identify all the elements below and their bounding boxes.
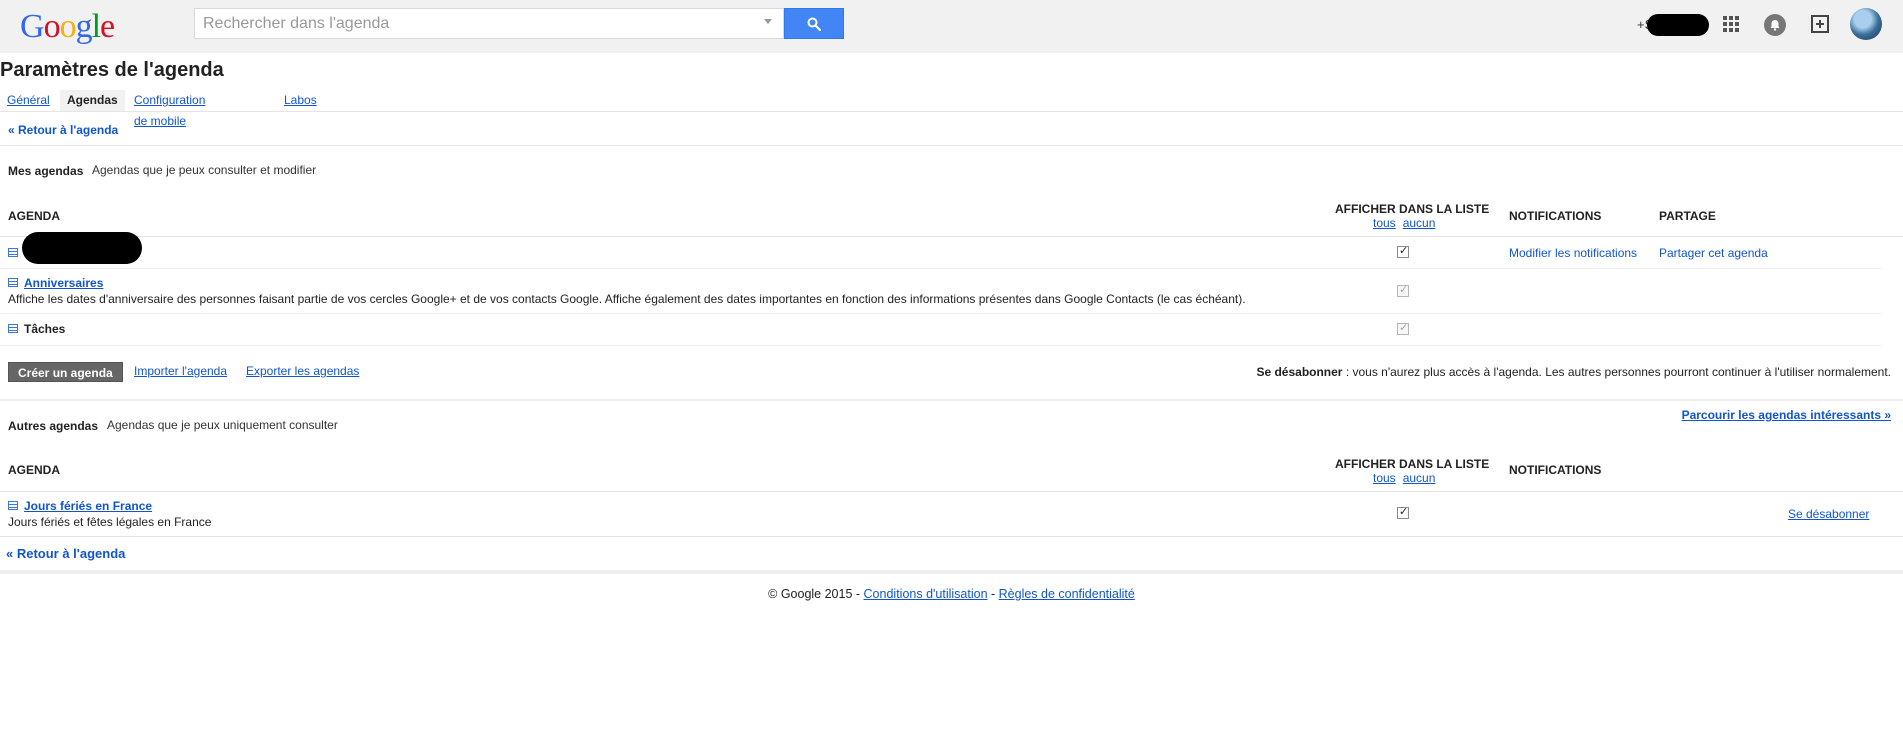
- google-logo[interactable]: Google: [20, 8, 115, 46]
- apps-grid-icon[interactable]: [1722, 15, 1740, 33]
- notifications-bell-icon[interactable]: [1764, 14, 1786, 36]
- divider: [0, 268, 1882, 269]
- my-calendars-desc: Agendas que je peux consulter et modifie…: [92, 163, 317, 177]
- unsubscribe-note-text: : vous n'aurez plus accès à l'agenda. Le…: [1342, 365, 1891, 379]
- footer-separator: -: [987, 587, 999, 601]
- logo-letter: g: [75, 8, 93, 45]
- export-calendars-link[interactable]: Exporter les agendas: [246, 364, 359, 378]
- show-in-list-checkbox[interactable]: [1397, 283, 1409, 297]
- avatar[interactable]: [1850, 8, 1882, 40]
- divider: [0, 145, 1903, 146]
- show-none-link[interactable]: aucun: [1403, 471, 1436, 485]
- column-header-show-in-list: AFFICHER DANS LA LISTE: [1335, 202, 1490, 216]
- show-all-link[interactable]: tous: [1373, 216, 1396, 230]
- divider: [0, 313, 1882, 314]
- other-calendars-title: Autres agendas: [8, 419, 99, 433]
- my-calendars-title: Mes agendas: [8, 164, 84, 178]
- column-header-agenda: AGENDA: [8, 209, 61, 223]
- edit-notifications-link[interactable]: Modifier les notifications: [1509, 246, 1637, 260]
- footer: © Google 2015 - Conditions d'utilisation…: [0, 587, 1903, 601]
- terms-link[interactable]: Conditions d'utilisation: [864, 587, 988, 601]
- page-title: Paramètres de l'agenda: [0, 59, 224, 81]
- column-header-agenda: AGENDA: [8, 463, 61, 477]
- privacy-link[interactable]: Règles de confidentialité: [999, 587, 1135, 601]
- create-calendar-button[interactable]: Créer un agenda: [8, 362, 123, 382]
- calendar-name: Tâches: [24, 322, 66, 336]
- unsubscribe-note-bold: Se désabonner: [1256, 365, 1343, 379]
- show-all-link[interactable]: tous: [1373, 471, 1396, 485]
- other-calendars-desc: Agendas que je peux uniquement consulter: [107, 418, 338, 432]
- divider: [0, 236, 1903, 237]
- import-calendar-link[interactable]: Importer l'agenda: [134, 364, 227, 378]
- footer-copyright: © Google 2015 -: [768, 587, 864, 601]
- tab-agendas[interactable]: Agendas: [60, 90, 125, 111]
- calendar-icon: [8, 501, 18, 510]
- show-in-list-checkbox[interactable]: [1397, 505, 1409, 519]
- unsubscribe-note: Se désabonner : vous n'aurez plus accès …: [1256, 365, 1891, 379]
- calendar-description: Affiche les dates d'anniversaire des per…: [8, 292, 1246, 306]
- divider: [0, 491, 1903, 492]
- tab-mobile-configuration[interactable]: Configuration de mobile: [127, 90, 212, 128]
- search-button[interactable]: [784, 8, 844, 39]
- calendar-icon: [8, 248, 18, 257]
- show-none-link[interactable]: aucun: [1403, 216, 1436, 230]
- column-header-sharing: PARTAGE: [1659, 209, 1716, 223]
- logo-letter: G: [20, 8, 45, 45]
- column-header-notifications: NOTIFICATIONS: [1509, 463, 1602, 477]
- column-header-notifications: NOTIFICATIONS: [1509, 209, 1602, 223]
- show-all-none: tous aucun: [1373, 471, 1442, 485]
- add-share-icon[interactable]: [1810, 14, 1830, 34]
- divider: [0, 345, 1882, 346]
- logo-letter: l: [91, 8, 102, 45]
- divider: [0, 111, 1903, 112]
- tab-labs[interactable]: Labos: [277, 90, 324, 111]
- search-input[interactable]: [194, 8, 784, 39]
- calendar-icon: [8, 278, 18, 287]
- top-bar: Google +S: [0, 0, 1903, 53]
- share-calendar-link[interactable]: Partager cet agenda: [1659, 246, 1768, 260]
- tab-general[interactable]: Général: [0, 90, 57, 111]
- show-in-list-checkbox[interactable]: [1397, 244, 1409, 258]
- column-header-show-in-list: AFFICHER DANS LA LISTE: [1335, 457, 1490, 471]
- divider: [0, 536, 1903, 537]
- search-icon: [807, 17, 821, 31]
- show-in-list-checkbox[interactable]: [1397, 321, 1409, 335]
- logo-letter: o: [43, 8, 61, 45]
- bell-icon: [1770, 20, 1780, 31]
- browse-interesting-calendars-link[interactable]: Parcourir les agendas intéressants »: [1682, 408, 1891, 422]
- redacted-calendar-name: [22, 232, 142, 264]
- logo-letter: e: [100, 8, 115, 45]
- show-all-none: tous aucun: [1373, 216, 1442, 230]
- calendar-name-link[interactable]: Anniversaires: [24, 276, 103, 290]
- chevron-down-icon[interactable]: [764, 19, 772, 24]
- redacted-user-name: [1647, 14, 1709, 36]
- search-box: [194, 8, 844, 39]
- calendar-name-link[interactable]: Jours fériés en France: [24, 499, 152, 513]
- unsubscribe-link[interactable]: Se désabonner: [1788, 507, 1869, 521]
- footer-divider: [0, 570, 1903, 574]
- back-to-calendar-link[interactable]: « Retour à l'agenda: [8, 123, 118, 137]
- calendar-icon: [8, 324, 18, 333]
- calendar-description: Jours fériés et fêtes légales en France: [8, 515, 212, 529]
- logo-letter: o: [59, 8, 77, 45]
- back-to-calendar-link[interactable]: « Retour à l'agenda: [6, 546, 125, 561]
- section-divider: [0, 399, 1903, 401]
